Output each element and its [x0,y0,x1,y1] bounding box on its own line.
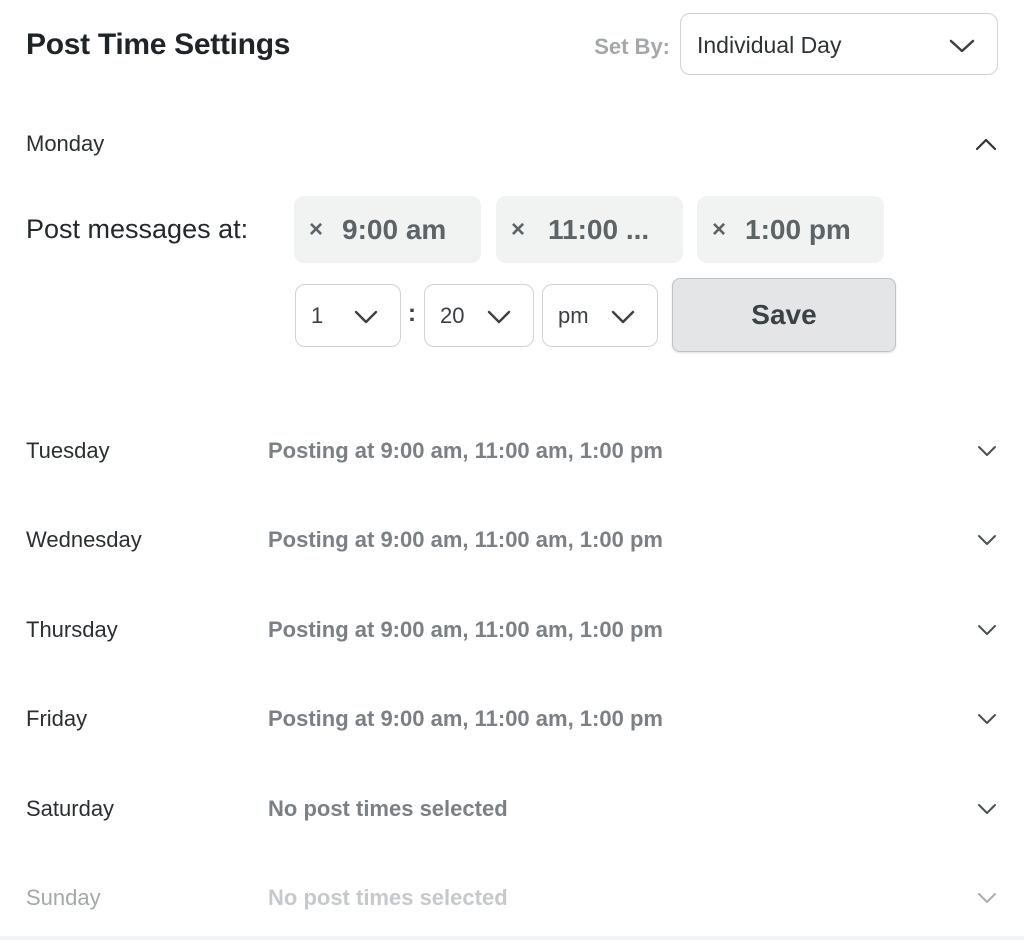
minute-select[interactable]: 20 [424,284,534,347]
chevron-down-icon [354,307,378,327]
page-title: Post Time Settings [26,28,291,61]
time-separator: : [408,300,416,327]
divider [0,936,1024,940]
day-summary: No post times selected [268,796,508,821]
day-name: Monday [26,131,105,156]
chevron-up-icon[interactable] [974,133,998,157]
day-name: Friday [26,706,88,731]
day-row-sunday[interactable]: Sunday No post times selected [26,873,998,923]
day-summary: Posting at 9:00 am, 11:00 am, 1:00 pm [268,438,663,463]
hour-select[interactable]: 1 [295,284,401,347]
day-row-tuesday[interactable]: Tuesday Posting at 9:00 am, 11:00 am, 1:… [26,426,998,476]
ampm-value: pm [558,303,589,328]
time-chip: × 11:00 ... [496,196,683,263]
remove-time-button[interactable]: × [712,216,726,244]
day-name: Wednesday [26,527,142,552]
save-button[interactable]: Save [672,278,896,352]
set-by-value: Individual Day [697,32,842,58]
set-by-label: Set By: [594,34,670,59]
remove-time-button[interactable]: × [309,216,323,244]
day-name: Thursday [26,617,118,642]
day-row-monday[interactable]: Monday [26,125,998,165]
time-chip: × 9:00 am [294,196,481,263]
chevron-down-icon[interactable] [976,442,998,460]
chevron-down-icon [487,307,511,327]
time-chip-label: 9:00 am [342,214,447,245]
chevron-down-icon[interactable] [976,710,998,728]
chevron-down-icon[interactable] [976,621,998,639]
time-chip-label: 1:00 pm [745,214,851,245]
chevron-down-icon[interactable] [976,889,998,907]
chevron-down-icon [611,307,635,327]
minute-value: 20 [440,303,465,328]
day-row-wednesday[interactable]: Wednesday Posting at 9:00 am, 11:00 am, … [26,515,998,565]
day-summary: Posting at 9:00 am, 11:00 am, 1:00 pm [268,617,663,642]
set-by-select[interactable]: Individual Day [680,13,998,75]
hour-value: 1 [311,303,324,328]
day-name: Sunday [26,885,101,910]
day-name: Saturday [26,796,115,821]
header: Post Time Settings Set By: Individual Da… [26,12,998,78]
post-messages-label: Post messages at: [26,214,249,244]
day-summary: Posting at 9:00 am, 11:00 am, 1:00 pm [268,527,663,552]
day-row-friday[interactable]: Friday Posting at 9:00 am, 11:00 am, 1:0… [26,694,998,744]
time-chip-label: 11:00 ... [548,214,650,245]
day-row-thursday[interactable]: Thursday Posting at 9:00 am, 11:00 am, 1… [26,605,998,655]
day-name: Tuesday [26,438,110,463]
day-summary: Posting at 9:00 am, 11:00 am, 1:00 pm [268,706,663,731]
remove-time-button[interactable]: × [511,216,525,244]
time-chip: × 1:00 pm [697,196,884,263]
day-row-saturday[interactable]: Saturday No post times selected [26,784,998,834]
ampm-select[interactable]: pm [542,284,658,347]
day-summary: No post times selected [268,885,508,910]
chevron-down-icon [949,36,975,56]
chevron-down-icon[interactable] [976,800,998,818]
chevron-down-icon[interactable] [976,531,998,549]
